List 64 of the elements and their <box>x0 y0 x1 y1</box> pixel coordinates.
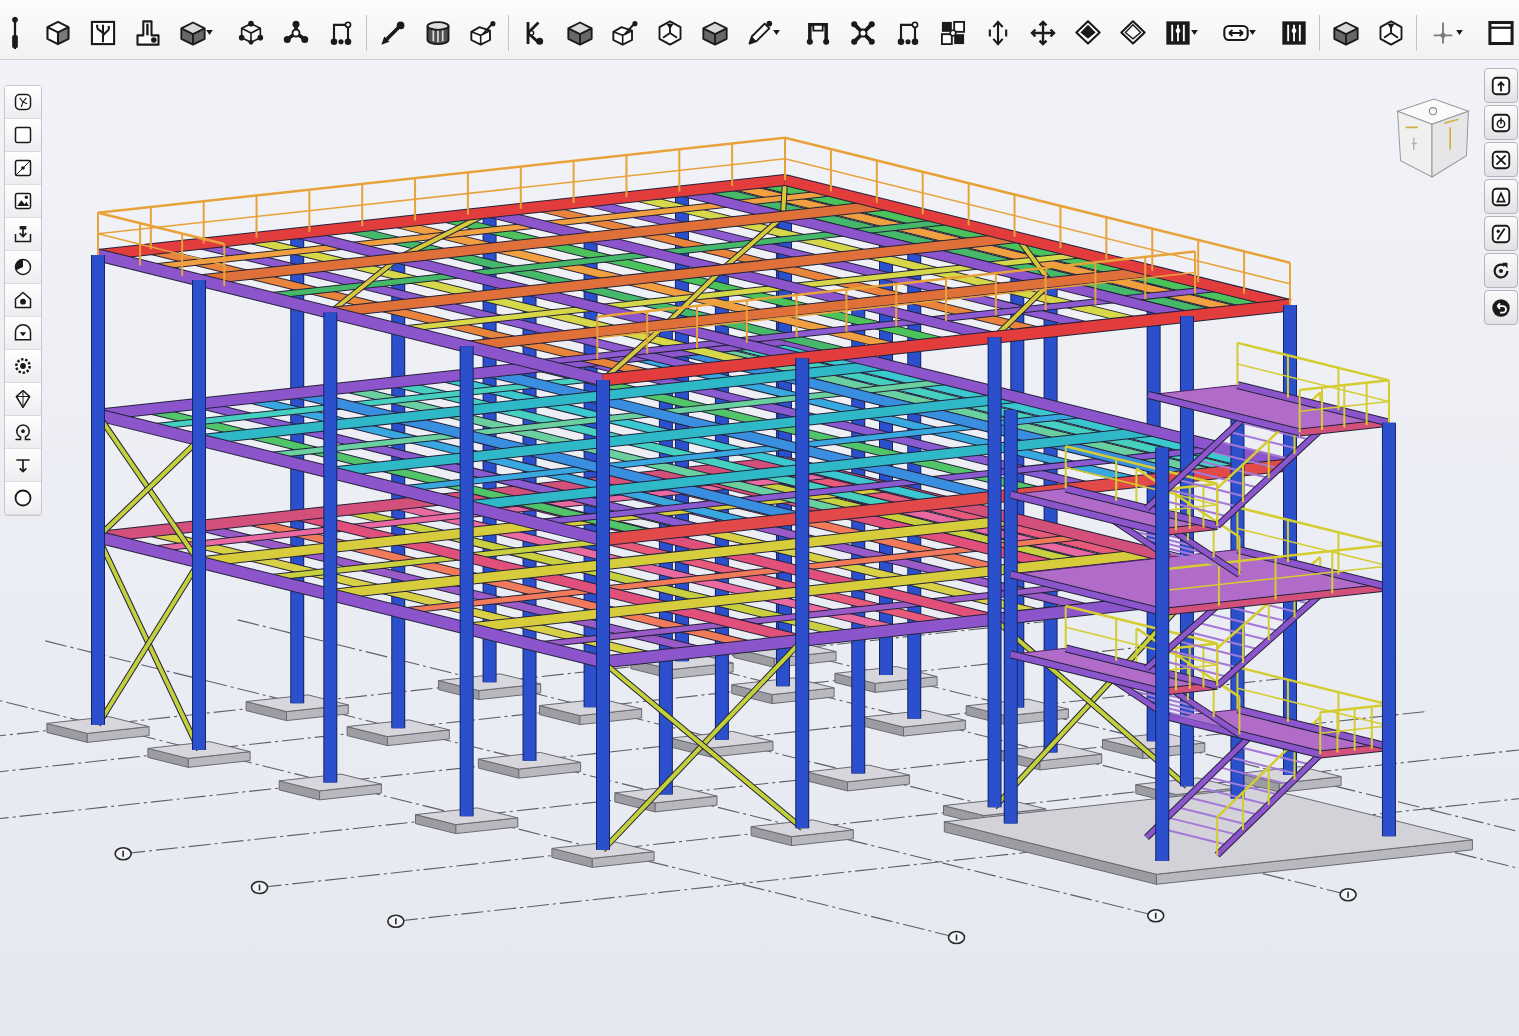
omega-icon <box>13 422 33 442</box>
box-arrow-icon[interactable] <box>468 18 497 47</box>
house-icon <box>13 290 33 310</box>
view-button[interactable] <box>1484 68 1518 103</box>
circle-icon <box>13 488 33 508</box>
move-arrows-icon[interactable] <box>1028 18 1057 47</box>
caret-icon[interactable] <box>1455 30 1463 35</box>
cube-icon[interactable] <box>43 18 72 47</box>
tool-button[interactable] <box>5 482 41 515</box>
grip-icon[interactable] <box>10 15 20 50</box>
tool-button[interactable] <box>5 416 41 449</box>
caret-icon[interactable] <box>772 30 780 35</box>
kite-icon <box>13 389 33 409</box>
gear-icon <box>13 356 33 376</box>
view-button[interactable] <box>1484 105 1518 140</box>
view-button[interactable] <box>1484 142 1518 177</box>
up-arrow-square-icon <box>1490 74 1512 97</box>
caret-icon[interactable] <box>205 30 213 35</box>
dark-panel-icon[interactable] <box>1163 18 1192 47</box>
tool-button[interactable] <box>5 185 41 218</box>
rays-square-icon <box>13 92 33 112</box>
target-square-icon <box>1490 111 1512 134</box>
grid-bubble-icon <box>947 930 966 945</box>
grid-bubble-icon <box>114 846 132 861</box>
diagonal-square-icon <box>13 158 33 178</box>
view-button[interactable] <box>1484 290 1518 325</box>
caret-icon[interactable] <box>1248 30 1256 35</box>
tool-button[interactable] <box>5 350 41 383</box>
tool-button[interactable] <box>5 119 41 152</box>
box-arrow-icon[interactable] <box>610 18 639 47</box>
window-icon[interactable] <box>1486 18 1515 47</box>
tool-button[interactable] <box>5 152 41 185</box>
square-icon <box>13 125 33 145</box>
diamond-icon[interactable] <box>1073 18 1102 47</box>
caret-icon[interactable] <box>1190 30 1198 35</box>
grid-bubble-icon <box>387 914 405 929</box>
grid-bubble-icon <box>1146 908 1165 923</box>
tool-button[interactable] <box>5 383 41 416</box>
node-cube-icon[interactable] <box>236 18 265 47</box>
slash-square-icon <box>1490 222 1512 245</box>
tool-button[interactable] <box>5 251 41 284</box>
picture-icon <box>13 191 33 211</box>
column-icon[interactable] <box>133 18 162 47</box>
pie-icon <box>13 257 33 277</box>
dark-panel-icon[interactable] <box>1279 18 1308 47</box>
view-button[interactable] <box>1484 179 1518 214</box>
tool-button[interactable] <box>5 284 41 317</box>
tool-button[interactable] <box>5 317 41 350</box>
tool-button[interactable] <box>5 86 41 119</box>
grid-icon[interactable] <box>938 18 967 47</box>
cross-square-icon <box>1490 148 1512 171</box>
diamond-outline-icon[interactable] <box>1118 18 1147 47</box>
grid-bubble-icon <box>1339 887 1357 902</box>
triangle-square-icon <box>1490 185 1512 208</box>
tray-arrow-icon <box>13 224 33 244</box>
tree-icon[interactable] <box>88 18 117 47</box>
undo-icon <box>1490 296 1512 319</box>
tool-button[interactable] <box>5 218 41 251</box>
view-button[interactable] <box>1484 216 1518 251</box>
grid-bubble-icon <box>250 880 269 895</box>
cross-nodes-icon[interactable] <box>848 18 877 47</box>
dome-icon <box>13 323 33 343</box>
tool-button[interactable] <box>5 449 41 482</box>
view-button[interactable] <box>1484 253 1518 288</box>
